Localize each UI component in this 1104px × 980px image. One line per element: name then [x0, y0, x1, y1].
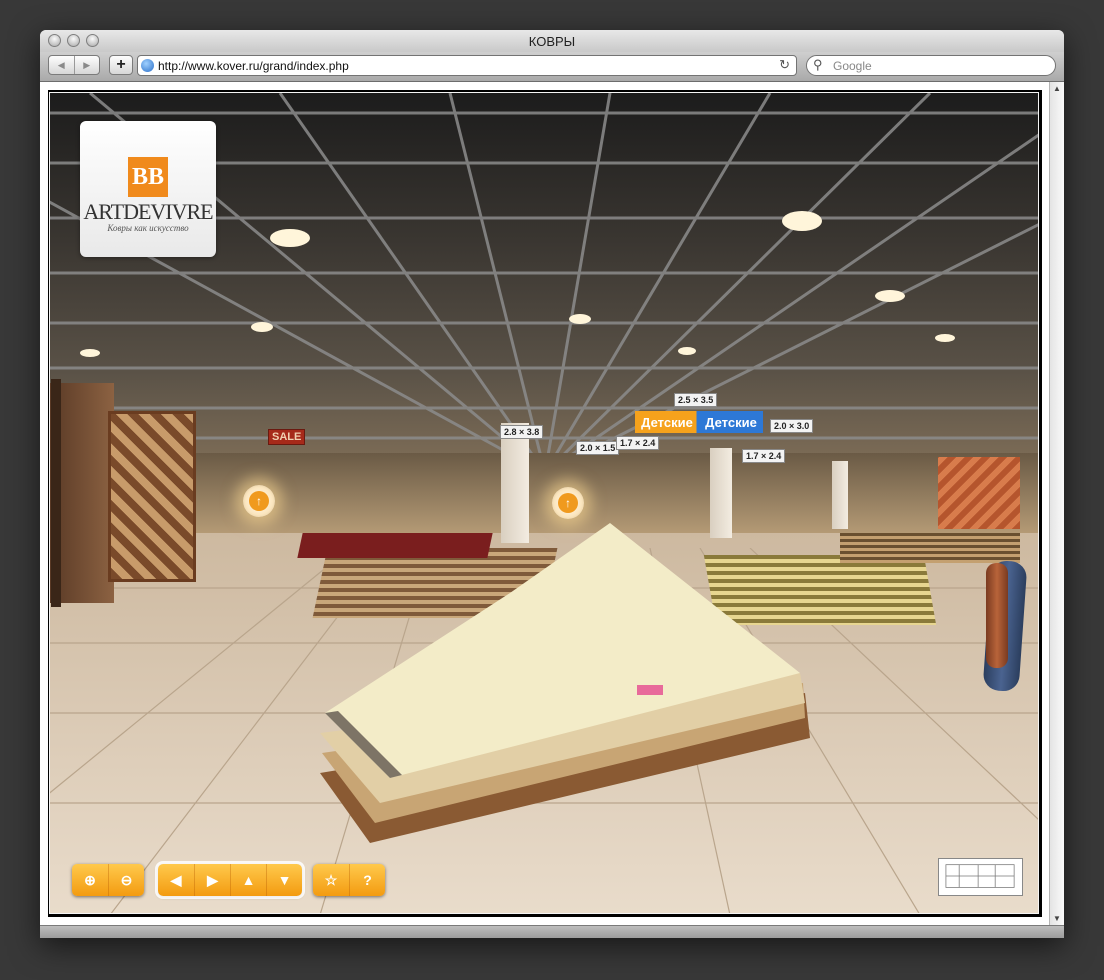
logo-name: ARTDEVIVRE [83, 199, 213, 224]
rug-stack [840, 533, 1020, 563]
kids-department-sign: Детские Детские [635, 411, 763, 433]
floor-plan-minimap[interactable] [938, 858, 1023, 896]
scroll-up-icon[interactable]: ▲ [1053, 84, 1061, 93]
browser-toolbar: ◀ ▶ + http://www.kover.ru/grand/index.ph… [40, 52, 1064, 82]
back-button[interactable]: ◀ [49, 56, 74, 74]
browser-window: КОВРЫ ◀ ▶ + http://www.kover.ru/grand/in… [40, 30, 1064, 938]
forward-button[interactable]: ▶ [73, 56, 100, 74]
pan-up-button[interactable]: ▲ [230, 864, 266, 896]
url-text[interactable]: http://www.kover.ru/grand/index.php [158, 59, 349, 73]
address-bar[interactable]: http://www.kover.ru/grand/index.php ↻ [137, 55, 797, 76]
add-bookmark-button[interactable]: + [109, 55, 133, 75]
brand-logo[interactable]: BB ARTDEVIVRE Ковры как искусство [80, 121, 216, 257]
reload-icon[interactable]: ↻ [779, 57, 790, 73]
size-sign: 1.7 × 2.4 [616, 436, 660, 450]
kids-sign-left: Детские [641, 414, 693, 430]
zoom-controls: ⊕ ⊖ [72, 864, 144, 896]
size-sign: 2.5 × 3.5 [674, 393, 718, 407]
search-input[interactable] [833, 57, 1048, 74]
forward-arrow-icon: ▶ [83, 59, 91, 70]
globe-icon [141, 59, 154, 72]
page-content: 2.5 × 3.5 2.0 × 3.0 2.8 × 3.8 2.0 × 1.5 … [40, 82, 1064, 925]
extra-controls: ☆ ? [313, 864, 385, 896]
zoom-out-icon: ⊖ [120, 871, 133, 888]
vertical-scrollbar[interactable]: ▲ ▼ [1049, 82, 1064, 925]
pan-right-icon: ▶ [207, 871, 218, 888]
size-sign: 2.0 × 3.0 [770, 419, 814, 433]
title-bar: КОВРЫ [40, 30, 1064, 52]
up-arrow-icon: ↑ [249, 491, 269, 511]
pan-left-button[interactable]: ◀ [158, 864, 194, 896]
help-button[interactable]: ? [349, 864, 385, 896]
pan-down-button[interactable]: ▼ [266, 864, 302, 896]
logo-tagline: Ковры как искусство [107, 223, 189, 233]
hanging-rug [108, 411, 196, 582]
pillar [832, 461, 848, 529]
status-bar [40, 925, 1064, 938]
rolled-rug [986, 563, 1008, 668]
pan-down-icon: ▼ [277, 872, 292, 888]
hanging-rug [938, 457, 1020, 529]
up-arrow-icon: ↑ [558, 493, 578, 513]
history-buttons: ◀ ▶ [48, 55, 100, 75]
size-sign: 2.0 × 1.5 [576, 441, 620, 455]
size-sign: 2.8 × 3.8 [500, 425, 544, 439]
panorama-frame: 2.5 × 3.5 2.0 × 3.0 2.8 × 3.8 2.0 × 1.5 … [48, 90, 1042, 917]
help-icon: ? [363, 872, 372, 888]
logo-mark-icon: BB [128, 157, 168, 197]
zoom-in-icon: ⊕ [84, 871, 96, 888]
back-arrow-icon: ◀ [57, 59, 65, 70]
pan-left-icon: ◀ [170, 871, 182, 888]
pan-up-icon: ▲ [241, 872, 256, 888]
pan-right-button[interactable]: ▶ [194, 864, 230, 896]
window-title: КОВРЫ [528, 34, 576, 49]
rug-stand [51, 379, 61, 607]
sale-sign: SALE [268, 429, 306, 445]
zoom-in-button[interactable]: ⊕ [72, 864, 108, 896]
shag-rug-display [320, 523, 810, 843]
zoom-out-button[interactable]: ⊖ [108, 864, 144, 896]
kids-sign-right: Детские [705, 414, 757, 430]
favorite-button[interactable]: ☆ [313, 864, 349, 896]
pan-controls: ◀ ▶ ▲ ▼ [155, 861, 305, 899]
scroll-down-icon[interactable]: ▼ [1053, 914, 1061, 923]
size-sign: 1.7 × 2.4 [742, 449, 786, 463]
favorite-star-icon: ☆ [324, 871, 338, 888]
navigation-hotspot[interactable]: ↑ [243, 485, 275, 517]
navigation-hotspot[interactable]: ↑ [552, 487, 584, 519]
search-icon: ⚲ [813, 57, 823, 72]
panorama-viewer[interactable]: 2.5 × 3.5 2.0 × 3.0 2.8 × 3.8 2.0 × 1.5 … [49, 92, 1039, 914]
search-box[interactable]: ⚲ [806, 55, 1056, 76]
